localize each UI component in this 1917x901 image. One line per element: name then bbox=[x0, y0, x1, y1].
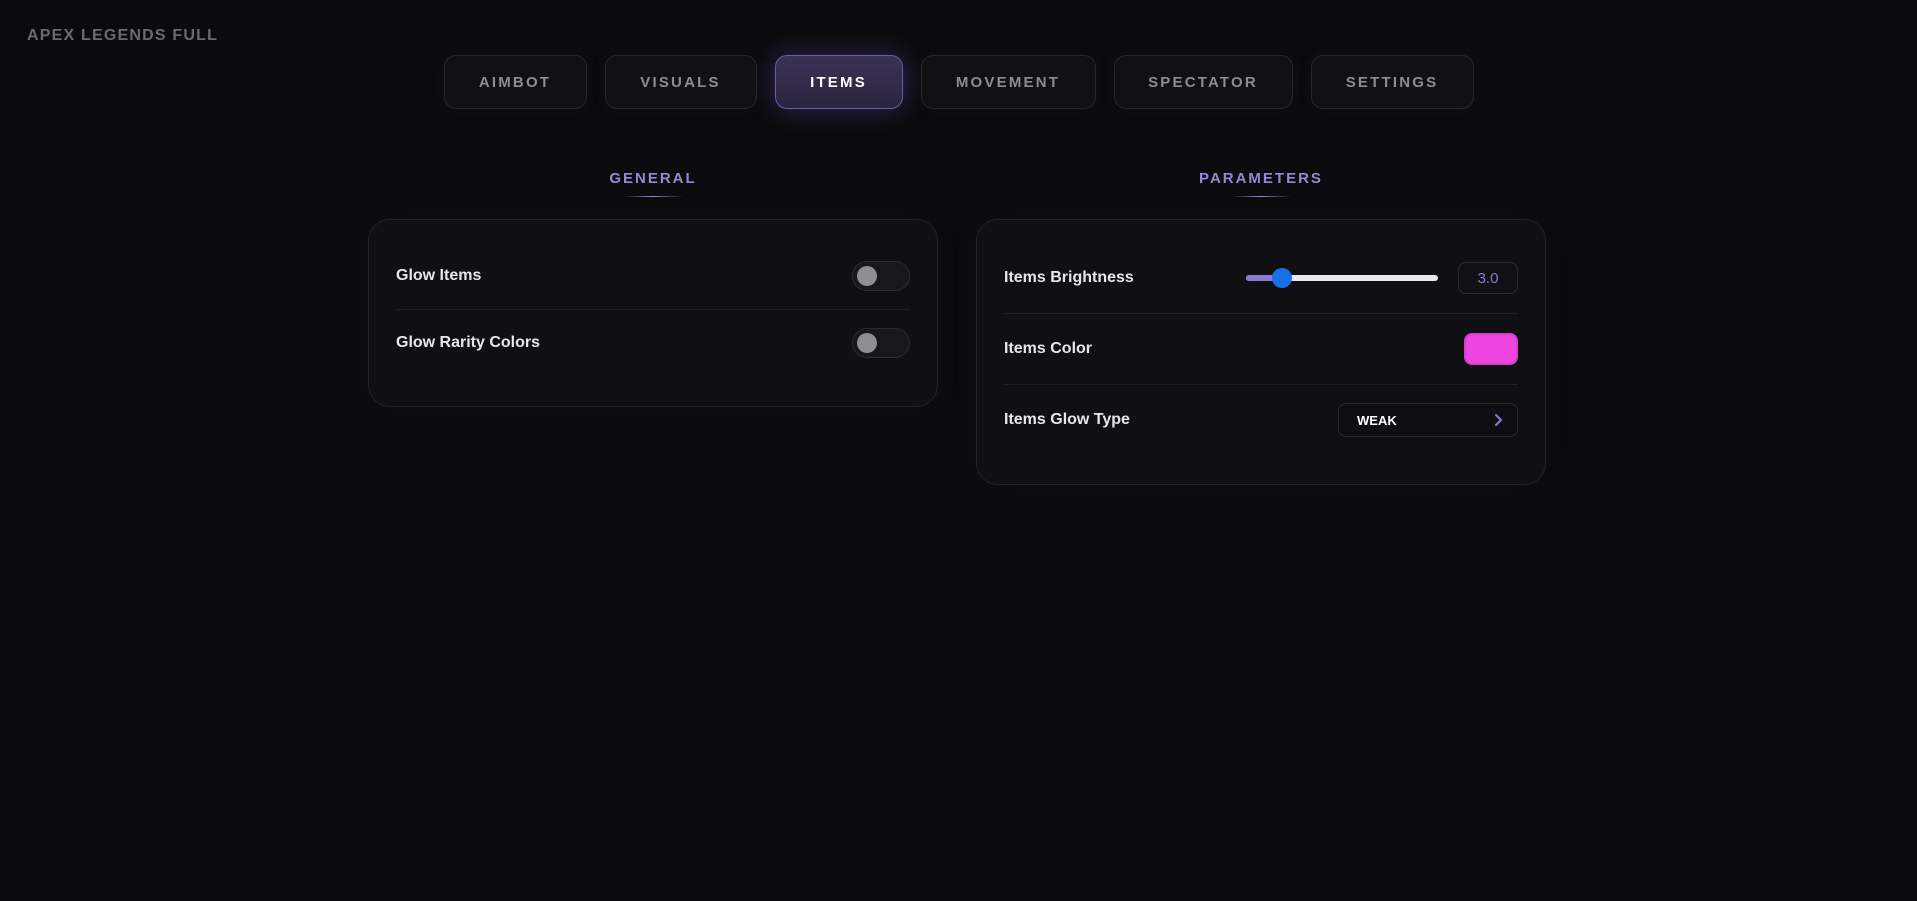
brightness-value-field[interactable]: 3.0 bbox=[1458, 262, 1518, 294]
tab-items[interactable]: ITEMS bbox=[774, 55, 903, 109]
glow-type-select[interactable]: WEAK bbox=[1338, 403, 1518, 437]
glow-items-row: Glow Items bbox=[396, 243, 910, 310]
tab-movement[interactable]: MOVEMENT bbox=[920, 55, 1096, 109]
items-brightness-row: Items Brightness 3.0 bbox=[1004, 243, 1518, 314]
items-color-label: Items Color bbox=[1004, 340, 1093, 357]
general-heading-text: GENERAL bbox=[609, 170, 697, 187]
toggle-knob bbox=[857, 333, 877, 353]
tab-visuals[interactable]: VISUALS bbox=[604, 55, 757, 109]
glow-items-label: Glow Items bbox=[396, 267, 482, 284]
glow-rarity-colors-label: Glow Rarity Colors bbox=[396, 334, 541, 351]
general-section-heading: GENERAL bbox=[368, 170, 938, 197]
parameters-panel: Items Brightness 3.0 Items Color Items G… bbox=[976, 219, 1546, 485]
toggle-knob bbox=[857, 266, 877, 286]
app-title: APEX LEGENDS FULL bbox=[27, 27, 219, 44]
brightness-slider[interactable] bbox=[1246, 268, 1438, 288]
items-brightness-label: Items Brightness bbox=[1004, 269, 1134, 286]
items-color-row: Items Color bbox=[1004, 314, 1518, 385]
glow-rarity-colors-row: Glow Rarity Colors bbox=[396, 310, 910, 376]
tab-spectator[interactable]: SPECTATOR bbox=[1113, 55, 1293, 109]
general-panel: Glow Items Glow Rarity Colors bbox=[368, 219, 938, 407]
heading-underline bbox=[623, 196, 683, 197]
parameters-heading-text: PARAMETERS bbox=[1199, 170, 1323, 187]
tab-bar: AIMBOT VISUALS ITEMS MOVEMENT SPECTATOR … bbox=[0, 55, 1917, 109]
glow-type-value: WEAK bbox=[1357, 412, 1397, 428]
parameters-section-heading: PARAMETERS bbox=[976, 170, 1546, 197]
tab-settings[interactable]: SETTINGS bbox=[1310, 55, 1474, 109]
glow-items-toggle[interactable] bbox=[852, 261, 910, 291]
chevron-right-icon bbox=[1493, 413, 1503, 427]
slider-thumb[interactable] bbox=[1272, 268, 1293, 288]
tab-aimbot[interactable]: AIMBOT bbox=[443, 55, 587, 109]
items-color-swatch[interactable] bbox=[1464, 333, 1518, 365]
items-glow-type-row: Items Glow Type WEAK bbox=[1004, 385, 1518, 455]
glow-rarity-colors-toggle[interactable] bbox=[852, 328, 910, 358]
heading-underline bbox=[1231, 196, 1291, 197]
items-glow-type-label: Items Glow Type bbox=[1004, 411, 1130, 428]
brightness-control: 3.0 bbox=[1246, 262, 1518, 294]
